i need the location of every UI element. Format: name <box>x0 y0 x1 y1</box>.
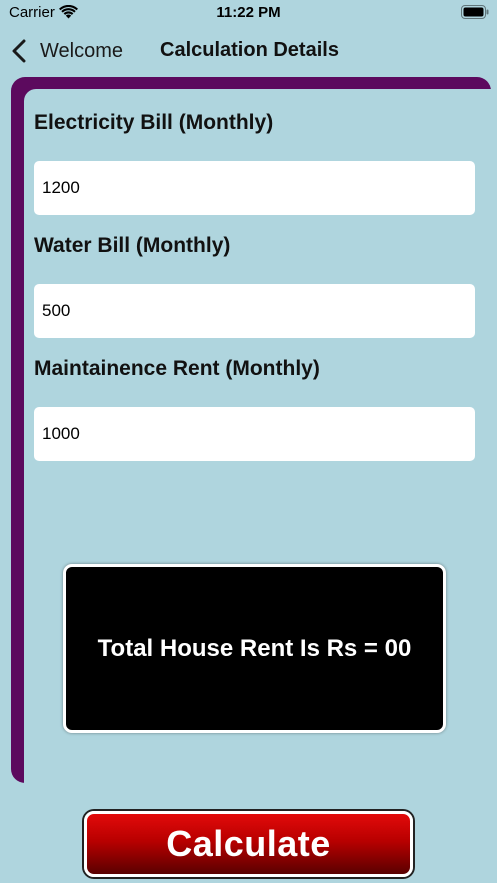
maintenance-rent-label: Maintainence Rent (Monthly) <box>34 357 320 380</box>
status-time: 11:22 PM <box>216 4 281 21</box>
water-bill-input[interactable] <box>34 284 475 338</box>
battery-icon <box>461 5 489 19</box>
calculate-button[interactable]: Calculate <box>84 811 413 877</box>
page-title: Calculation Details <box>160 39 339 61</box>
calculate-label: Calculate <box>166 823 331 864</box>
status-bar: Carrier 11:22 PM <box>0 0 497 26</box>
electricity-bill-input[interactable] <box>34 161 475 215</box>
maintenance-rent-input[interactable] <box>34 407 475 461</box>
back-button[interactable]: Welcome <box>12 36 123 66</box>
screen: Carrier 11:22 PM Welcome Calculation Det… <box>0 0 497 883</box>
chevron-left-icon <box>12 39 26 63</box>
total-rent-result: Total House Rent Is Rs = 00 <box>97 634 412 662</box>
water-bill-label: Water Bill (Monthly) <box>34 234 231 257</box>
back-label: Welcome <box>40 39 123 62</box>
electricity-bill-label: Electricity Bill (Monthly) <box>34 111 274 134</box>
result-display: Total House Rent Is Rs = 00 <box>63 564 446 733</box>
navigation-bar: Welcome Calculation Details <box>0 26 497 76</box>
